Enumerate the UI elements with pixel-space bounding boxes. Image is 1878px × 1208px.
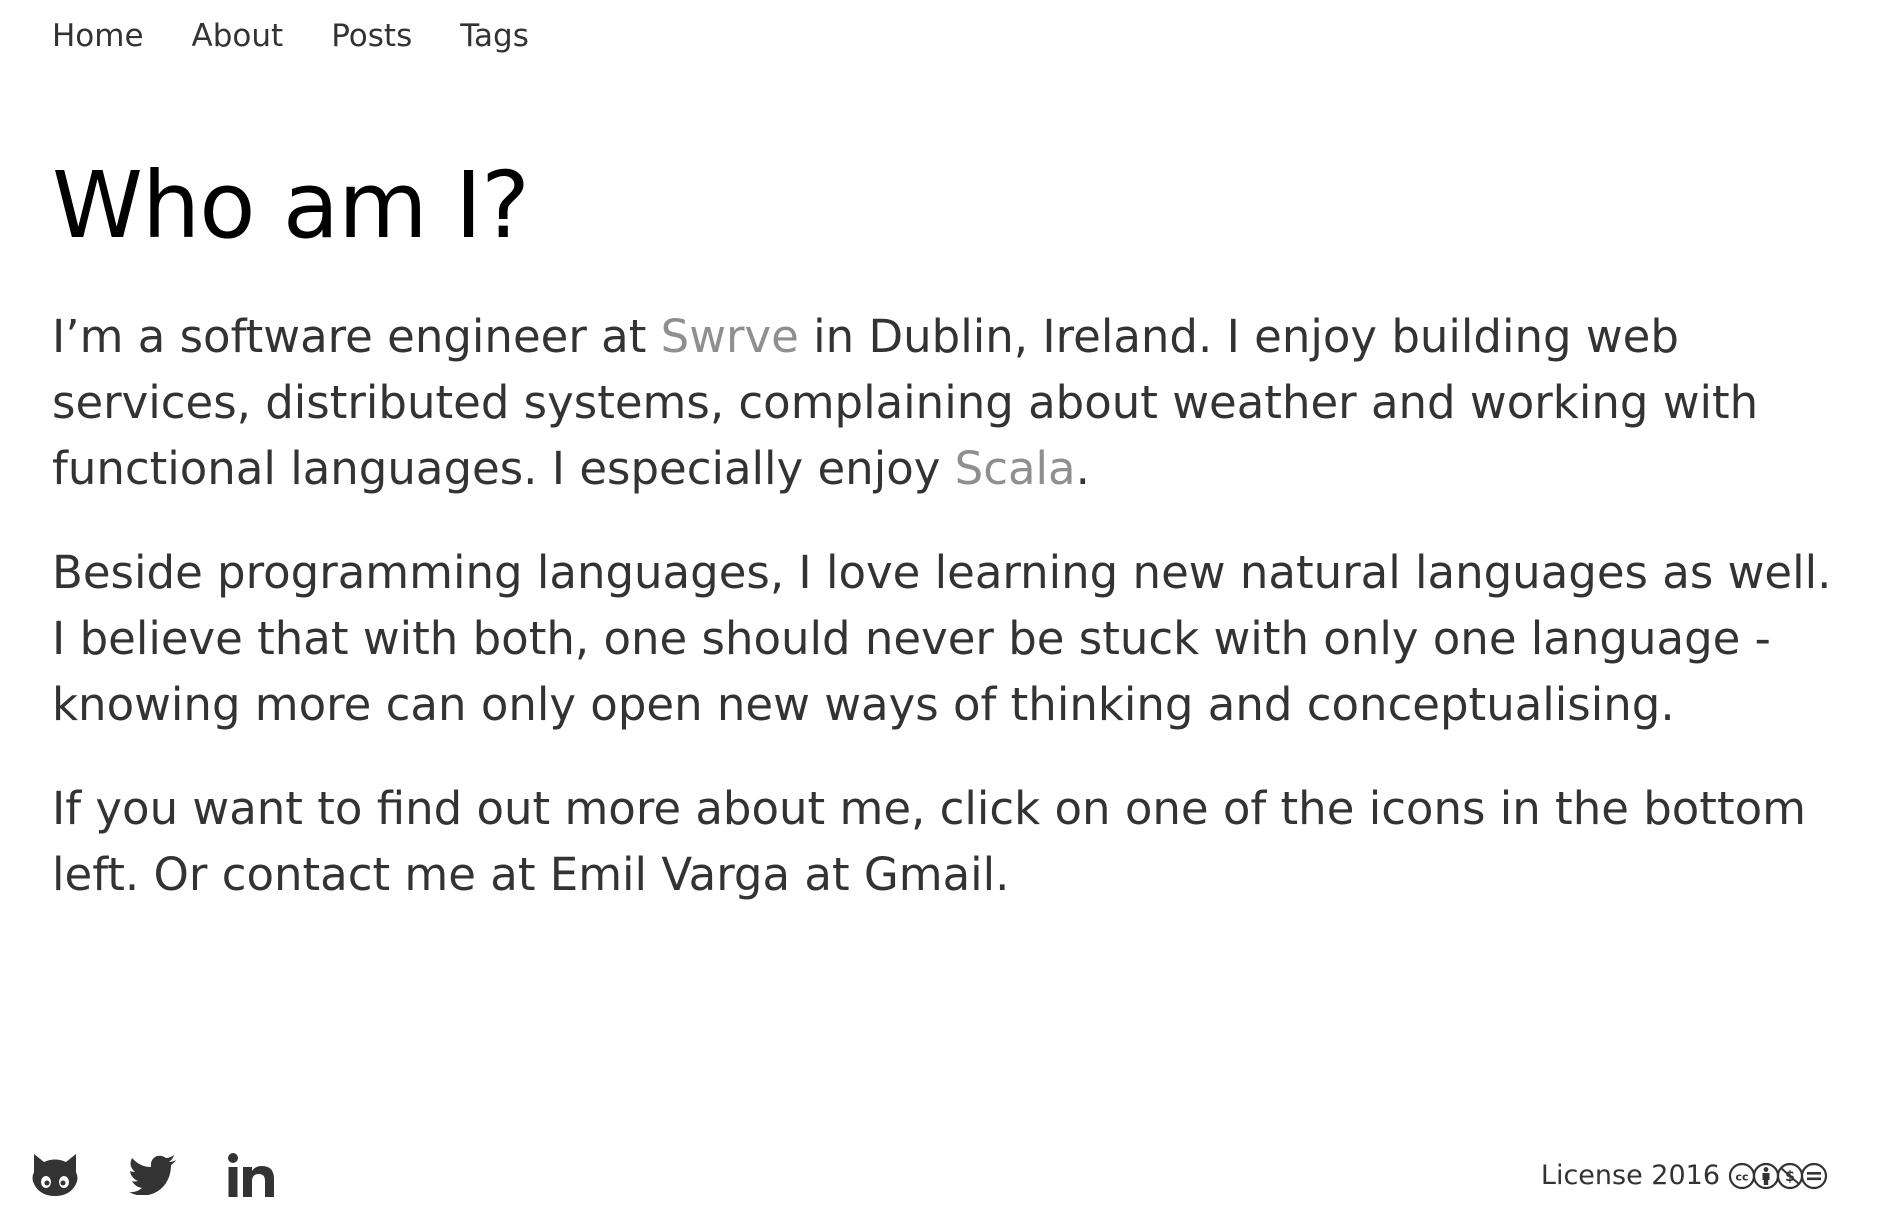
nav-home-link[interactable]: Home — [52, 18, 144, 54]
languages-paragraph: Beside programming languages, I love lea… — [52, 546, 1832, 732]
swrve-link[interactable]: Swrve — [661, 310, 799, 363]
nav-about-link[interactable]: About — [192, 18, 284, 54]
scala-link[interactable]: Scala — [955, 442, 1076, 495]
top-nav: Home About Posts Tags — [52, 18, 529, 54]
page-title: Who am I? — [52, 152, 530, 259]
intro-paragraph: I’m a software engineer at Swrve in Dubl… — [52, 304, 1842, 502]
page: Home About Posts Tags Who am I? I’m a so… — [0, 0, 1878, 1208]
license-text: License 2016 — [1540, 1160, 1720, 1191]
license: License 2016 cc $ — [1541, 1160, 1832, 1191]
intro-text-start: I’m a software engineer at — [52, 310, 661, 364]
intro-text-end: . — [1075, 442, 1090, 496]
linkedin-icon[interactable] — [226, 1150, 276, 1200]
main-content: Who am I? I’m a software engineer at Swr… — [52, 155, 1842, 946]
twitter-icon[interactable] — [128, 1150, 178, 1200]
cc-license-link[interactable]: cc $ — [1728, 1161, 1832, 1191]
svg-text:cc: cc — [1735, 1170, 1748, 1183]
cc-by-nc-nd-icon: cc $ — [1728, 1162, 1828, 1189]
github-icon[interactable] — [30, 1150, 80, 1200]
social-links — [30, 1150, 276, 1200]
contact-paragraph: If you want to find out more about me, c… — [52, 782, 1806, 902]
nav-posts-link[interactable]: Posts — [331, 18, 412, 54]
nav-tags-link[interactable]: Tags — [460, 18, 529, 54]
